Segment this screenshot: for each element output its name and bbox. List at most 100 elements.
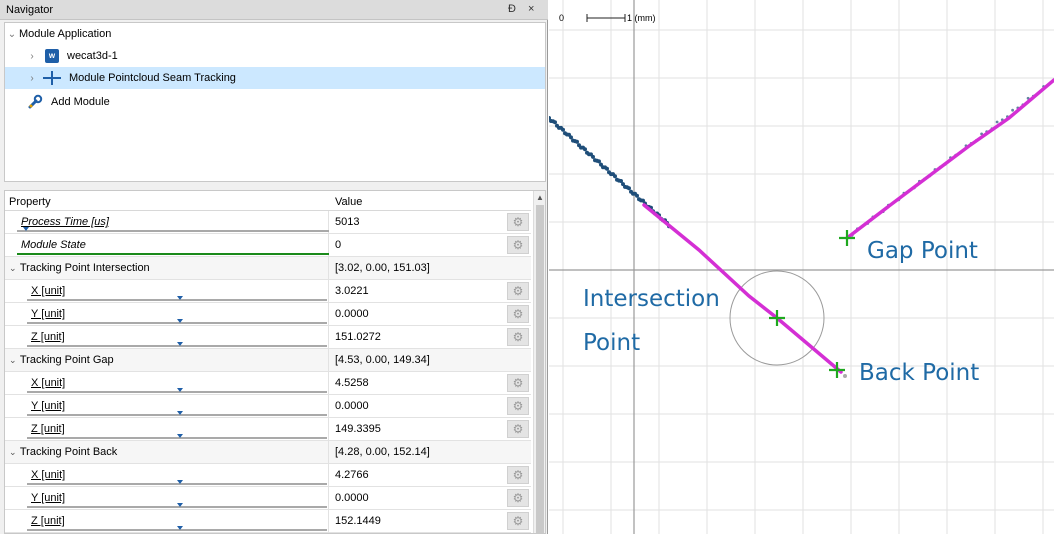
property-value: 0 [335,239,342,251]
cloud-point [583,147,587,152]
property-value: 152.1449 [335,515,381,527]
tree-item-label: wecat3d-1 [67,50,118,62]
gear-icon[interactable]: ⚙ [507,374,529,392]
device-icon: w [45,49,59,63]
vertical-scrollbar[interactable]: ▲ [533,191,545,533]
marker-icon [177,319,183,323]
property-value: 4.5258 [335,377,369,389]
scale-bar: 0 1 (mm) [559,13,656,23]
tree-item-label: Module Application [19,28,112,40]
chevron-down-icon[interactable]: ⌄ [9,355,17,366]
property-value: 4.2766 [335,469,369,481]
scale-unit-label: 1 (mm) [627,13,656,23]
navigator-title-bar: Navigator Ɖ × [0,0,548,20]
chevron-right-icon[interactable]: › [25,51,39,62]
property-group-row[interactable]: ⌄ Tracking Point Intersection [3.02, 0.0… [5,257,531,280]
chevron-down-icon[interactable]: ⌄ [9,263,17,274]
cloud-point [627,186,631,191]
gear-icon[interactable]: ⚙ [507,236,529,254]
property-value: 5013 [335,216,360,228]
pointcloud-view[interactable]: 0 1 (mm) Intersection Point Gap Point Ba… [549,0,1054,534]
cloud-point [553,120,557,125]
property-row[interactable]: Z [unit] 149.3395 ⚙ [5,418,531,441]
marker-icon [177,526,183,530]
property-value: 149.3395 [335,423,381,435]
cloud-point [1011,108,1014,112]
marker-icon [177,411,183,415]
chevron-down-icon[interactable]: ⌄ [5,29,19,40]
chevron-right-icon[interactable]: › [25,73,39,84]
back-dot [843,374,847,378]
gear-icon[interactable]: ⚙ [507,213,529,231]
property-row[interactable]: Y [unit] 0.0000 ⚙ [5,395,531,418]
property-group-name: ⌄ Tracking Point Intersection [7,257,329,279]
property-group-row[interactable]: ⌄ Tracking Point Gap [4.53, 0.00, 149.34… [5,349,531,372]
property-row[interactable]: Y [unit] 0.0000 ⚙ [5,487,531,510]
gear-icon[interactable]: ⚙ [507,420,529,438]
gear-icon[interactable]: ⚙ [507,489,529,507]
marker-icon [23,227,29,231]
property-value: 0.0000 [335,400,369,412]
back-point-label: Back Point [859,360,980,386]
property-value: [4.53, 0.00, 149.34] [335,354,430,366]
tree-item-module-application[interactable]: ⌄ Module Application [5,23,545,45]
point-cloud [549,79,1054,240]
property-group-name: ⌄ Tracking Point Back [7,441,329,463]
header-property: Property [9,196,51,208]
tree-item-module-seam-tracking[interactable]: › Module Pointcloud Seam Tracking [5,67,545,89]
cloud-point [995,120,999,124]
wrench-icon [27,94,43,110]
tree-item-label: Module Pointcloud Seam Tracking [69,72,236,84]
intersection-point-label-2: Point [583,330,641,356]
property-group-row[interactable]: ⌄ Tracking Point Back [4.28, 0.00, 152.1… [5,441,531,464]
gear-icon[interactable]: ⚙ [507,305,529,323]
seam-line [642,78,1054,374]
gear-icon[interactable]: ⚙ [507,282,529,300]
property-grid: Property Value Process Time [us] 5013 ⚙ … [4,190,546,534]
property-row[interactable]: Process Time [us] 5013 ⚙ [5,211,531,234]
left-panel: Navigator Ɖ × ⌄ Module Application › w w… [0,0,548,534]
chevron-down-icon[interactable]: ⌄ [9,447,17,458]
property-row[interactable]: Z [unit] 151.0272 ⚙ [5,326,531,349]
scrollbar-thumb[interactable] [536,205,544,533]
cloud-point [613,174,617,179]
property-row[interactable]: Y [unit] 0.0000 ⚙ [5,303,531,326]
navigator-tree: ⌄ Module Application › w wecat3d-1 › Mod… [4,22,546,182]
property-value: 151.0272 [335,331,381,343]
marker-icon [177,434,183,438]
tree-item-device[interactable]: › w wecat3d-1 [5,45,545,67]
float-panel-button[interactable]: Ɖ [508,3,516,15]
add-module-button[interactable]: Add Module [5,91,545,113]
header-value: Value [335,196,363,208]
gear-icon[interactable]: ⚙ [507,466,529,484]
scroll-up-arrow-icon[interactable]: ▲ [536,193,544,202]
add-module-label: Add Module [51,96,110,108]
property-row[interactable]: Z [unit] 152.1449 ⚙ [5,510,531,533]
property-row[interactable]: X [unit] 3.0221 ⚙ [5,280,531,303]
property-value: [3.02, 0.00, 151.03] [335,262,430,274]
close-panel-button[interactable]: × [528,3,534,15]
property-row[interactable]: X [unit] 4.2766 ⚙ [5,464,531,487]
gap-point-label: Gap Point [867,238,978,264]
cloud-point [605,166,609,171]
gear-icon[interactable]: ⚙ [507,397,529,415]
property-group-name: ⌄ Tracking Point Gap [7,349,329,371]
property-grid-header: Property Value [5,191,531,211]
pointcloud-canvas[interactable]: 0 1 (mm) [549,0,1054,534]
row-underline [17,230,329,232]
grid [549,0,1054,534]
cloud-point [575,139,579,144]
gear-icon[interactable]: ⚙ [507,328,529,346]
navigator-title: Navigator [6,4,54,16]
marker-icon [177,388,183,392]
marker-icon [177,342,183,346]
property-value: 0.0000 [335,492,369,504]
property-value: [4.28, 0.00, 152.14] [335,446,430,458]
row-underline [17,253,329,255]
property-row[interactable]: Module State 0 ⚙ [5,234,531,257]
cloud-point [635,193,639,198]
property-row[interactable]: X [unit] 4.5258 ⚙ [5,372,531,395]
gear-icon[interactable]: ⚙ [507,512,529,530]
property-value: 3.0221 [335,285,369,297]
scale-zero-label: 0 [559,13,564,23]
